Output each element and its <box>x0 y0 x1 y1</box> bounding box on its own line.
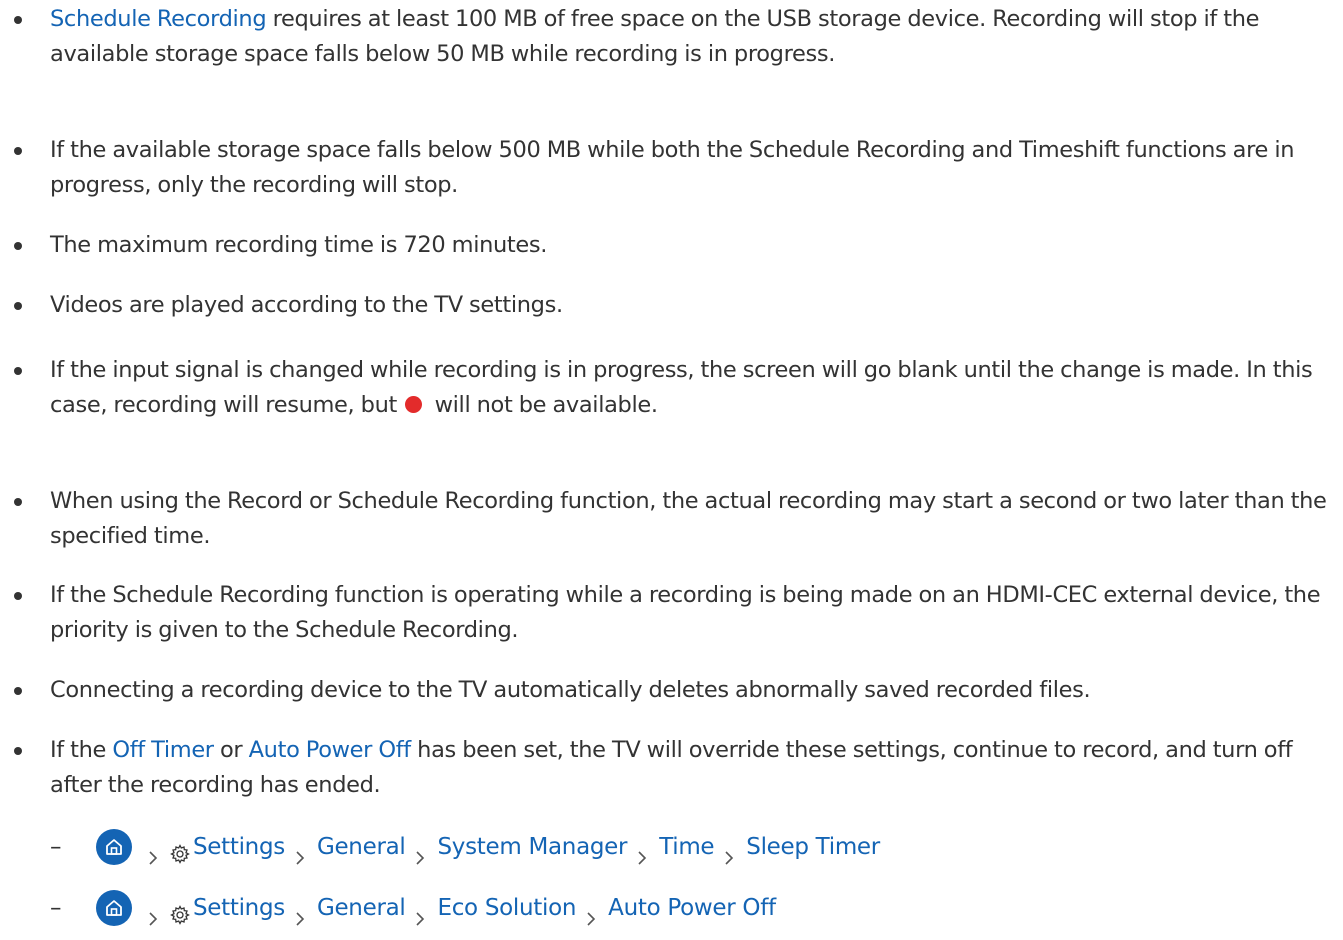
record-icon <box>405 396 423 413</box>
breadcrumb-item[interactable]: Settings <box>193 827 285 867</box>
chevron-right-icon <box>293 839 307 865</box>
breadcrumb: Settings General System Manager Time Sleep T… <box>138 827 880 867</box>
breadcrumb-item[interactable]: System Manager <box>437 827 627 867</box>
breadcrumb-item[interactable]: General <box>317 827 406 867</box>
gear-icon <box>170 898 190 925</box>
note-text: If the Schedule Recording function is op… <box>50 578 1340 648</box>
bullet-icon <box>14 687 22 695</box>
dash: – <box>50 895 62 921</box>
breadcrumb-item[interactable]: Auto Power Off <box>608 888 776 928</box>
chevron-right-icon <box>293 900 307 926</box>
note-text: If the input signal is changed while rec… <box>50 353 1340 423</box>
chevron-right-icon <box>146 839 160 865</box>
menu-path: – Settings General System Manager Time Sleep … <box>0 827 1343 867</box>
chevron-right-icon <box>413 900 427 926</box>
bullet-icon <box>14 498 22 506</box>
note-fragment: Videos are played according to the TV se… <box>50 292 563 318</box>
bullet-icon <box>14 147 22 155</box>
menu-link[interactable]: Auto Power Off <box>249 737 412 763</box>
breadcrumb: Settings General Eco Solution Auto Power Of… <box>138 888 776 928</box>
note-fragment: If the available storage space falls bel… <box>50 137 1295 198</box>
note-text: Schedule Recording requires at least 100… <box>50 2 1340 72</box>
chevron-right-icon <box>635 839 649 865</box>
note-fragment: When using the Record or Schedule Record… <box>50 488 1327 549</box>
dash: – <box>50 834 62 860</box>
note-fragment: If the <box>50 737 113 763</box>
note-fragment: If the input signal is changed while rec… <box>50 357 1313 418</box>
chevron-right-icon <box>584 900 598 926</box>
note-fragment: or <box>213 737 249 763</box>
bullet-icon <box>14 16 22 24</box>
note-fragment: will not be available. <box>428 392 658 418</box>
menu-link[interactable]: Schedule Recording <box>50 6 267 32</box>
chevron-right-icon <box>413 839 427 865</box>
home-icon[interactable] <box>96 829 132 865</box>
note-text: If the available storage space falls bel… <box>50 133 1340 203</box>
bullet-icon <box>14 747 22 755</box>
note-text: When using the Record or Schedule Record… <box>50 484 1340 554</box>
menu-link[interactable]: Off Timer <box>112 737 214 763</box>
note-text: If the Off Timer or Auto Power Off has b… <box>50 733 1340 803</box>
gear-icon <box>170 837 190 864</box>
menu-path: – Settings General Eco Solution Auto Power O… <box>0 888 1343 928</box>
breadcrumb-item[interactable]: Time <box>659 827 714 867</box>
bullet-icon <box>14 302 22 310</box>
breadcrumb-item[interactable]: Sleep Timer <box>746 827 880 867</box>
note-fragment: If the Schedule Recording function is op… <box>50 582 1321 643</box>
chevron-right-icon <box>722 839 736 865</box>
note-fragment: Connecting a recording device to the TV … <box>50 677 1091 703</box>
note-text: The maximum recording time is 720 minute… <box>50 228 1340 263</box>
home-icon[interactable] <box>96 890 132 926</box>
breadcrumb-item[interactable]: Settings <box>193 888 285 928</box>
note-text: Videos are played according to the TV se… <box>50 288 1340 323</box>
bullet-icon <box>14 592 22 600</box>
chevron-right-icon <box>146 900 160 926</box>
breadcrumb-item[interactable]: Eco Solution <box>437 888 576 928</box>
note-fragment: The maximum recording time is 720 minute… <box>50 232 548 258</box>
bullet-icon <box>14 367 22 375</box>
breadcrumb-item[interactable]: General <box>317 888 406 928</box>
bullet-icon <box>14 242 22 250</box>
note-text: Connecting a recording device to the TV … <box>50 673 1340 708</box>
